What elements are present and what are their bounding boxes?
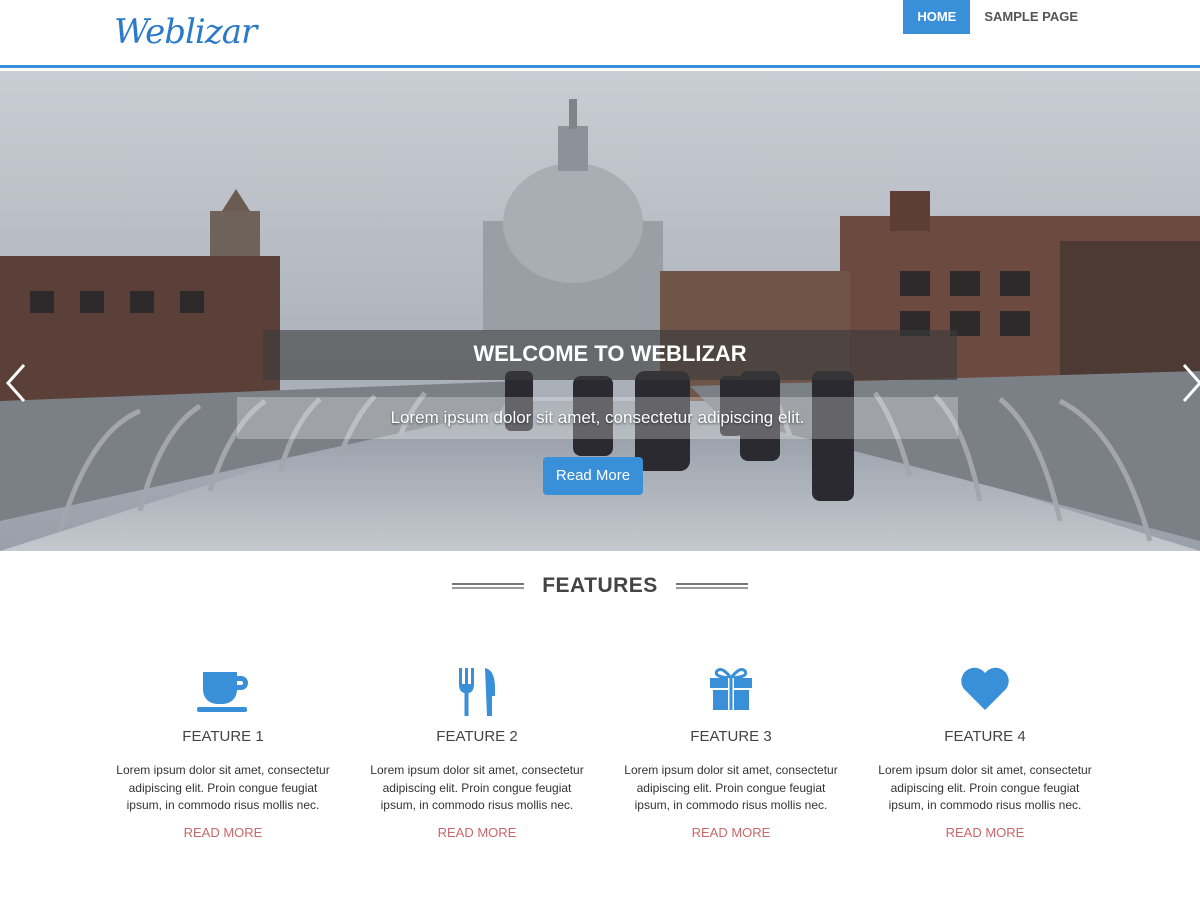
feature-description: Lorem ipsum dolor sit amet, consectetur … xyxy=(878,763,1092,812)
coffee-cup-icon xyxy=(96,666,350,722)
feature-read-more-link[interactable]: READ MORE xyxy=(350,825,604,840)
site-logo[interactable]: Weblizar xyxy=(114,12,257,52)
hero-title: WELCOME TO WEBLIZAR xyxy=(263,330,957,380)
feature-card: FEATURE 2 Lorem ipsum dolor sit amet, co… xyxy=(350,666,604,840)
slider-next-icon[interactable] xyxy=(1176,361,1200,405)
heading-divider-right xyxy=(675,583,748,589)
hero-subtitle: Lorem ipsum dolor sit amet, consectetur … xyxy=(237,397,958,439)
features-title: FEATURES xyxy=(542,574,658,597)
feature-title: FEATURE 4 xyxy=(944,728,1026,745)
feature-title: FEATURE 3 xyxy=(690,728,772,745)
feature-read-more-link[interactable]: READ MORE xyxy=(96,825,350,840)
feature-title: FEATURE 2 xyxy=(436,728,518,745)
hero-read-more-button[interactable]: Read More xyxy=(543,457,643,495)
feature-card: FEATURE 4 Lorem ipsum dolor sit amet, co… xyxy=(858,666,1112,840)
site-header: Weblizar HOME SAMPLE PAGE xyxy=(0,0,1200,68)
feature-title: FEATURE 1 xyxy=(182,728,264,745)
nav-item-sample-page[interactable]: SAMPLE PAGE xyxy=(970,0,1092,34)
features-heading: FEATURES xyxy=(0,566,1200,606)
gift-icon xyxy=(604,666,858,722)
feature-read-more-link[interactable]: READ MORE xyxy=(858,825,1112,840)
nav-item-home[interactable]: HOME xyxy=(903,0,971,34)
hero-slider: WELCOME TO WEBLIZAR Lorem ipsum dolor si… xyxy=(0,71,1200,551)
cutlery-icon xyxy=(350,666,604,722)
feature-description: Lorem ipsum dolor sit amet, consectetur … xyxy=(116,763,330,812)
slider-prev-icon[interactable] xyxy=(2,361,32,405)
feature-description: Lorem ipsum dolor sit amet, consectetur … xyxy=(370,763,584,812)
feature-description: Lorem ipsum dolor sit amet, consectetur … xyxy=(624,763,838,812)
feature-card: FEATURE 3 Lorem ipsum dolor sit amet, co… xyxy=(604,666,858,840)
feature-read-more-link[interactable]: READ MORE xyxy=(604,825,858,840)
features-grid: FEATURE 1 Lorem ipsum dolor sit amet, co… xyxy=(96,666,1112,840)
heading-divider-left xyxy=(452,583,525,589)
main-nav: HOME SAMPLE PAGE xyxy=(903,0,1092,34)
feature-card: FEATURE 1 Lorem ipsum dolor sit amet, co… xyxy=(96,666,350,840)
heart-icon xyxy=(858,666,1112,722)
